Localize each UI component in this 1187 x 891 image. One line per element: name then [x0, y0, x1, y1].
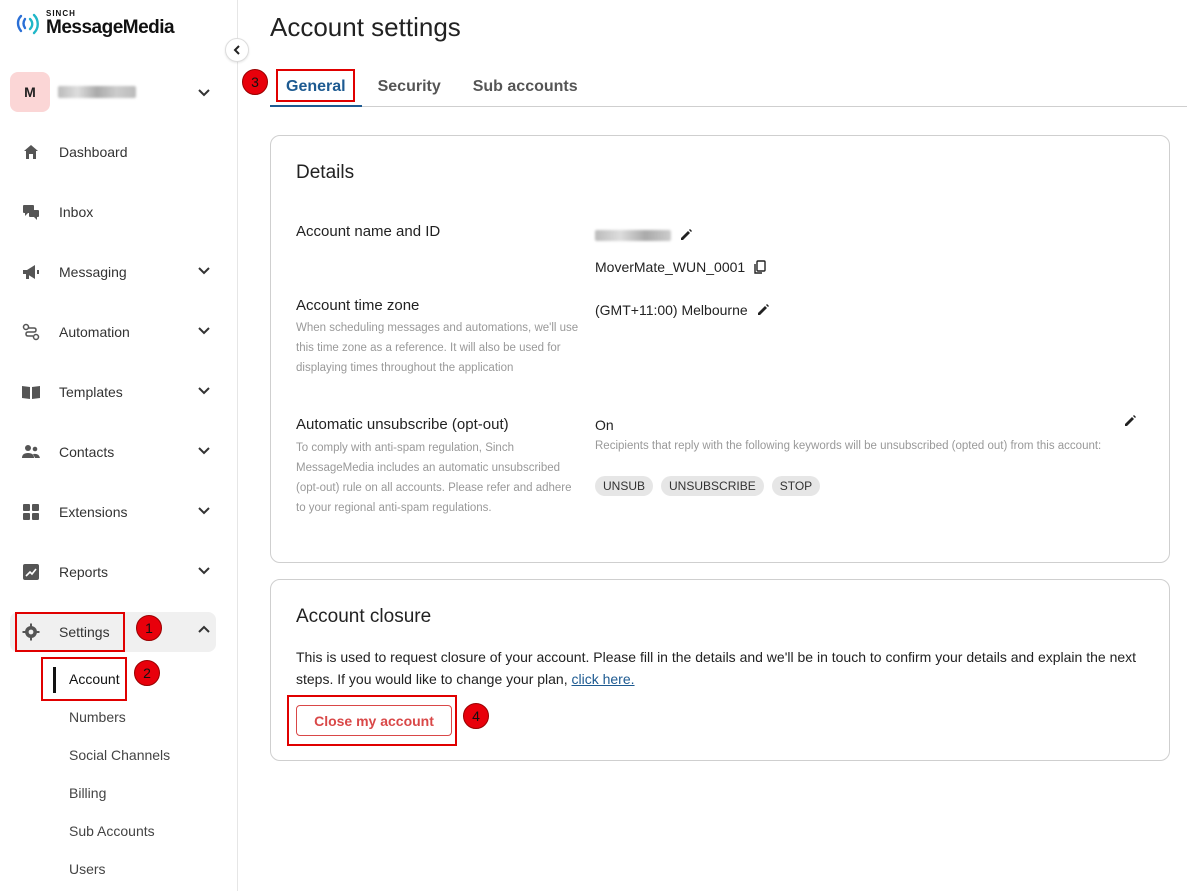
closure-title: Account closure — [296, 606, 432, 627]
unsubscribe-keywords-description: Recipients that reply with the following… — [595, 440, 1102, 452]
sidebar-item-label: Templates — [59, 384, 123, 400]
keyword-chip: STOP — [771, 476, 821, 496]
people-icon — [20, 441, 42, 463]
subnav-item-billing[interactable]: Billing — [52, 774, 222, 812]
annotation-badge: 3 — [242, 69, 268, 95]
tab-security[interactable]: Security — [362, 68, 457, 107]
annotation-badge: 4 — [463, 703, 489, 729]
timezone-label: Account time zone — [296, 297, 420, 314]
keyword-chips: UNSUB UNSUBSCRIBE STOP — [595, 476, 821, 496]
chevron-down-icon — [198, 327, 210, 335]
workflow-icon — [20, 321, 42, 343]
sidebar-item-label: Extensions — [59, 504, 128, 520]
sidebar-item-extensions[interactable]: Extensions — [10, 482, 216, 542]
brand-logo[interactable]: SINCH MessageMedia — [16, 10, 175, 38]
sidebar: SINCH MessageMedia M Dashboard Inbox Mes… — [0, 0, 238, 891]
subnav-item-social-channels[interactable]: Social Channels — [52, 736, 222, 774]
book-icon — [20, 381, 42, 403]
chevron-left-icon — [233, 45, 240, 55]
subnav-item-numbers[interactable]: Numbers — [52, 698, 222, 736]
sidebar-item-inbox[interactable]: Inbox — [10, 182, 216, 242]
closure-text: This is used to request closure of your … — [296, 646, 1156, 690]
sidebar-item-label: Contacts — [59, 444, 115, 460]
brand-name: MessageMedia — [46, 17, 175, 38]
subnav-item-users[interactable]: Users — [52, 850, 222, 888]
chevron-down-icon — [198, 567, 210, 575]
chevron-down-icon — [198, 267, 210, 275]
pencil-icon[interactable] — [1123, 414, 1137, 428]
change-plan-link[interactable]: click here. — [572, 671, 635, 687]
annotation-box-close-button — [287, 695, 457, 746]
subnav-item-sub-accounts[interactable]: Sub Accounts — [52, 812, 222, 850]
account-name-label: Account name and ID — [296, 223, 441, 240]
chevron-up-icon — [198, 625, 210, 633]
sidebar-item-label: Automation — [59, 324, 130, 340]
pencil-icon[interactable] — [679, 228, 693, 242]
main-content: Account settings General Security Sub ac… — [270, 0, 1187, 891]
chevron-down-icon — [198, 89, 210, 97]
details-card: Details Account name and ID MoverMate_WU… — [270, 135, 1170, 563]
sidebar-item-messaging[interactable]: Messaging — [10, 242, 216, 302]
page-title: Account settings — [270, 12, 461, 42]
collapse-sidebar-button[interactable] — [225, 38, 249, 62]
keyword-chip: UNSUBSCRIBE — [661, 476, 764, 496]
tab-bar: General Security Sub accounts — [270, 68, 1187, 107]
sidebar-item-automation[interactable]: Automation — [10, 302, 216, 362]
megaphone-icon — [20, 261, 42, 283]
timezone-description: When scheduling messages and automations… — [296, 322, 579, 374]
account-name-value — [595, 228, 693, 242]
annotation-badge: 2 — [134, 660, 160, 686]
annotation-box-general-tab — [276, 69, 355, 102]
account-switcher[interactable]: M — [10, 72, 220, 112]
closure-description: This is used to request closure of your … — [296, 649, 1137, 687]
account-id-value: MoverMate_WUN_0001 — [595, 259, 767, 275]
sinch-logo-icon — [16, 13, 39, 34]
unsubscribe-status: On — [595, 417, 614, 433]
unsubscribe-label: Automatic unsubscribe (opt-out) — [296, 416, 509, 433]
annotation-box-settings — [15, 612, 125, 652]
sidebar-item-label: Reports — [59, 564, 109, 580]
sidebar-item-templates[interactable]: Templates — [10, 362, 216, 422]
home-icon — [20, 141, 42, 163]
copy-icon[interactable] — [753, 260, 767, 274]
timezone-text: (GMT+11:00) Melbourne — [595, 302, 748, 318]
sidebar-item-label: Messaging — [59, 264, 127, 280]
tab-sub-accounts[interactable]: Sub accounts — [457, 68, 594, 107]
app: SINCH MessageMedia M Dashboard Inbox Mes… — [0, 0, 1187, 891]
details-title: Details — [296, 162, 355, 183]
chevron-down-icon — [198, 447, 210, 455]
chart-icon — [20, 561, 42, 583]
account-id-text: MoverMate_WUN_0001 — [595, 259, 746, 275]
sidebar-item-label: Inbox — [59, 204, 94, 220]
annotation-badge: 1 — [136, 615, 162, 641]
chevron-down-icon — [198, 387, 210, 395]
account-name-redacted — [58, 86, 136, 98]
sidebar-item-dashboard[interactable]: Dashboard — [10, 122, 216, 182]
unsubscribe-description: To comply with anti-spam regulation, Sin… — [296, 442, 572, 514]
sidebar-item-label: Dashboard — [59, 144, 128, 160]
sidebar-item-reports[interactable]: Reports — [10, 542, 216, 602]
account-name-redacted — [595, 229, 671, 241]
grid-icon — [20, 501, 42, 523]
keyword-chip: UNSUB — [595, 476, 654, 496]
sidebar-nav: Dashboard Inbox Messaging Automation Tem… — [10, 122, 216, 662]
avatar: M — [10, 72, 50, 112]
chat-icon — [20, 201, 42, 223]
sidebar-item-contacts[interactable]: Contacts — [10, 422, 216, 482]
timezone-value: (GMT+11:00) Melbourne — [595, 302, 770, 318]
chevron-down-icon — [198, 507, 210, 515]
annotation-box-account — [41, 657, 127, 701]
pencil-icon[interactable] — [756, 303, 770, 317]
